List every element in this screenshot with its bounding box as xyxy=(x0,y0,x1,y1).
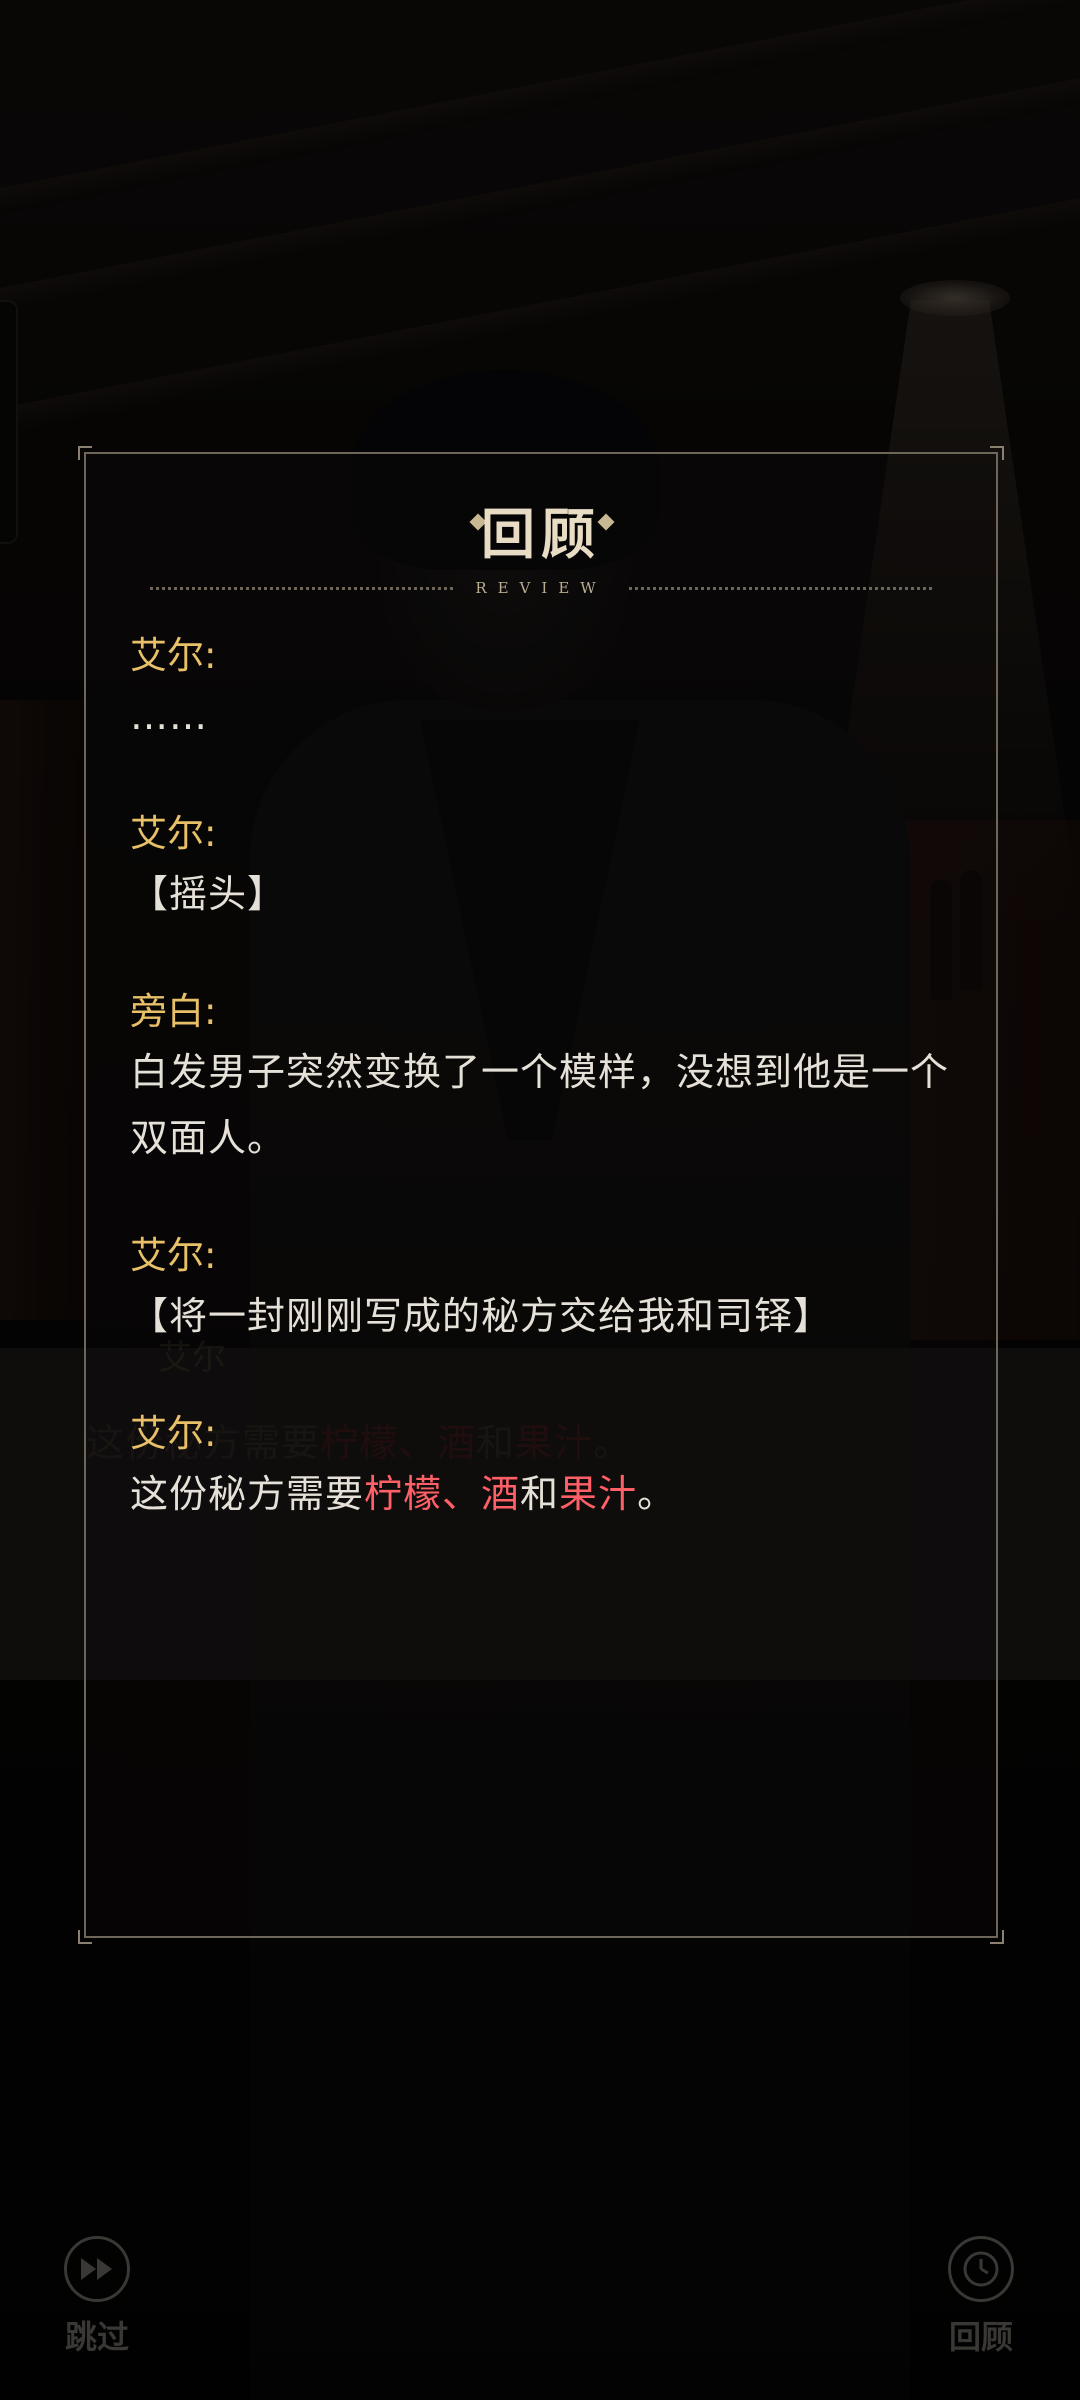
review-subtitle: REVIEW xyxy=(475,579,607,597)
review-panel: 回顾 REVIEW 艾尔: …… 艾尔: 【摇头】旁白: 白发男子突然变换了一个模样，没… xyxy=(78,446,1004,1944)
highlighted-keyword: 果汁 xyxy=(559,1472,638,1516)
skip-button[interactable]: 跳过 xyxy=(42,2236,152,2356)
corner-ornament xyxy=(990,446,1004,460)
review-label: 回顾 xyxy=(948,2318,1013,2356)
fast-forward-icon xyxy=(64,2236,130,2302)
text-segment: 【摇头】 xyxy=(130,872,287,916)
speaker-name: 艾尔: xyxy=(130,634,217,677)
review-entry: 艾尔: 【摇头】 xyxy=(130,807,960,927)
review-entry: 艾尔: …… xyxy=(130,629,960,749)
review-entry: 艾尔: 【将一封刚刚写成的秘方交给我和司铎】 xyxy=(130,1229,960,1349)
speaker-name: 艾尔: xyxy=(130,1234,217,1277)
text-segment: …… xyxy=(130,694,208,738)
clock-icon xyxy=(948,2236,1014,2302)
review-entry: 旁白: 白发男子突然变换了一个模样，没想到他是一个双面人。 xyxy=(130,985,960,1171)
dialogue-line: 白发男子突然变换了一个模样，没想到他是一个双面人。 xyxy=(130,1039,960,1171)
text-segment: 【将一封刚刚写成的秘方交给我和司铎】 xyxy=(130,1294,833,1338)
text-segment: 白发男子突然变换了一个模样，没想到他是一个双面人。 xyxy=(130,1050,950,1160)
text-segment: 这份秘方需要 xyxy=(130,1472,365,1516)
review-title: 回顾 xyxy=(481,502,601,566)
review-button[interactable]: 回顾 xyxy=(926,2236,1036,2356)
speaker-name: 艾尔: xyxy=(130,812,217,855)
text-segment: 和 xyxy=(520,1472,560,1516)
speaker-name: 旁白: xyxy=(130,990,217,1033)
review-subtitle-row: REVIEW xyxy=(150,576,932,600)
dialogue-line: 【摇头】 xyxy=(130,861,960,927)
dotted-divider xyxy=(628,586,932,590)
corner-ornament xyxy=(78,1930,92,1944)
skip-label: 跳过 xyxy=(64,2318,129,2356)
dialogue-line: 【将一封刚刚写成的秘方交给我和司铎】 xyxy=(130,1283,960,1349)
dotted-divider xyxy=(150,586,454,590)
corner-ornament xyxy=(990,1930,1004,1944)
corner-ornament xyxy=(78,446,92,460)
dialogue-line: 这份秘方需要柠檬、酒和果汁。 xyxy=(130,1461,960,1527)
text-segment: 。 xyxy=(637,1472,677,1516)
highlighted-keyword: 柠檬、酒 xyxy=(364,1472,521,1516)
dialogue-line: …… xyxy=(130,683,960,749)
review-log-list[interactable]: 艾尔: …… 艾尔: 【摇头】旁白: 白发男子突然变换了一个模样，没想到他是一个双面人。… xyxy=(130,629,960,1585)
review-entry: 艾尔: 这份秘方需要柠檬、酒和果汁。 xyxy=(130,1407,960,1527)
speaker-name: 艾尔: xyxy=(130,1412,217,1455)
